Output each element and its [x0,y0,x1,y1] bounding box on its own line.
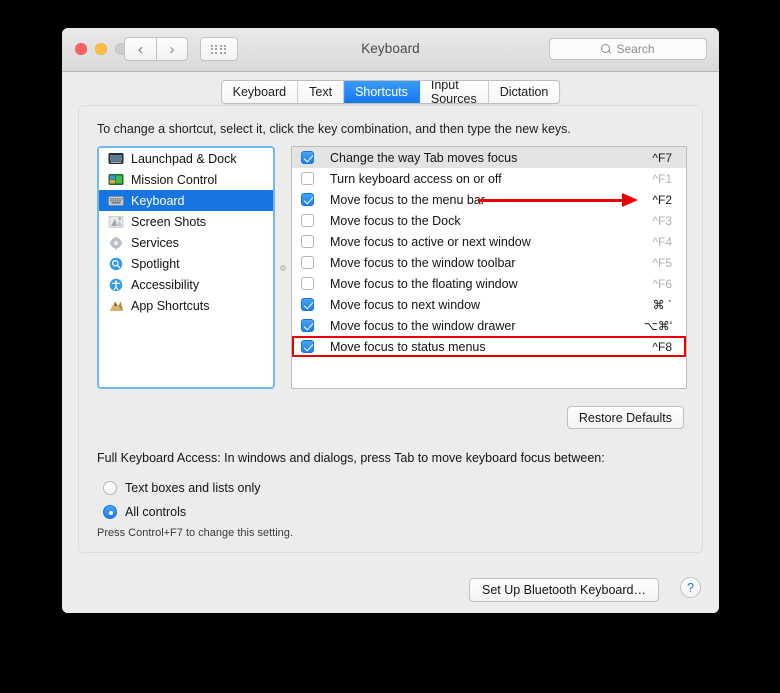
shortcut-checkbox[interactable] [301,277,314,290]
search-field[interactable]: Search [549,38,707,60]
shortcut-list[interactable]: Change the way Tab moves focus ^F7 Turn ke… [291,146,687,389]
search-icon [601,44,611,54]
keyboard-icon [108,194,124,208]
shortcut-label: Move focus to status menus [330,339,486,354]
shortcut-key-combination[interactable]: ⌥⌘' [644,319,672,333]
table-row[interactable]: Move focus to the menu bar ^F2 [292,189,686,210]
restore-defaults-button[interactable]: Restore Defaults [566,406,684,429]
full-keyboard-access-options: Text boxes and lists only All controls [103,476,261,524]
full-keyboard-access-label: Full Keyboard Access: In windows and dia… [97,451,605,465]
shortcut-label: Move focus to the floating window [330,276,518,291]
shortcut-key-combination[interactable]: ^F6 [652,277,672,291]
shortcut-checkbox[interactable] [301,172,314,185]
screen-shots-icon [108,215,124,229]
splitter-knob-icon[interactable] [280,264,286,271]
shortcut-key-combination[interactable]: ^F2 [652,193,672,207]
tab-shortcuts[interactable]: Shortcuts [344,81,420,103]
shortcut-checkbox[interactable] [301,298,314,311]
set-up-bluetooth-keyboard-button[interactable]: Set Up Bluetooth Keyboard… [469,578,659,602]
sidebar-item-label: Keyboard [131,193,185,208]
accessibility-icon [108,278,124,292]
shortcut-checkbox[interactable] [301,340,314,353]
radio-label: All controls [125,505,187,519]
shortcut-checkbox[interactable] [301,151,314,164]
sidebar-item-label: Spotlight [131,256,180,271]
sidebar-item-spotlight[interactable]: Spotlight [99,253,273,274]
sidebar-item-accessibility[interactable]: Accessibility [99,274,273,295]
shortcut-label: Move focus to the window toolbar [330,255,516,270]
annotation-arrow-icon [478,193,638,207]
shortcut-label: Move focus to the window drawer [330,318,516,333]
full-keyboard-access-note: Press Control+F7 to change this setting. [97,527,293,539]
table-row[interactable]: Move focus to the window drawer ⌥⌘' [292,315,686,336]
table-row[interactable]: Move focus to next window ⌘ ` [292,294,686,315]
sidebar-item-label: Services [131,235,179,250]
shortcut-checkbox[interactable] [301,193,314,206]
shortcut-label: Move focus to the Dock [330,213,461,228]
keyboard-preferences-window: ‹ › Keyboard Search Keyboard Text Shortcut… [62,28,719,613]
radio-option-all-controls[interactable]: All controls [103,500,261,524]
shortcut-checkbox[interactable] [301,235,314,248]
shortcut-key-combination[interactable]: ^F3 [652,214,672,228]
table-row[interactable]: Move focus to active or next window ^F4 [292,231,686,252]
pane-splitter[interactable] [275,146,291,389]
radio-option-text-boxes-and-lists-only[interactable]: Text boxes and lists only [103,476,261,500]
shortcut-label: Change the way Tab moves focus [330,150,518,165]
table-row[interactable]: Move focus to the window toolbar ^F5 [292,252,686,273]
shortcut-label: Turn keyboard access on or off [330,171,502,186]
sidebar-item-keyboard[interactable]: Keyboard [99,190,273,211]
radio-button[interactable] [103,505,117,519]
shortcut-key-combination[interactable]: ⌘ ` [653,298,672,312]
table-row[interactable]: Change the way Tab moves focus ^F7 [292,147,686,168]
tab-keyboard[interactable]: Keyboard [221,81,299,103]
sidebar-item-mission-control[interactable]: Mission Control [99,169,273,190]
services-gear-icon [108,236,124,250]
category-list[interactable]: Launchpad & Dock Mission Control Keyboard S… [97,146,275,389]
sidebar-item-launchpad-dock[interactable]: Launchpad & Dock [99,148,273,169]
tab-input-sources[interactable]: Input Sources [419,81,489,103]
shortcut-key-combination[interactable]: ^F5 [652,256,672,270]
sidebar-item-app-shortcuts[interactable]: App Shortcuts [99,295,273,316]
shortcuts-panel: To change a shortcut, select it, click t… [78,105,703,553]
window-footer: Set Up Bluetooth Keyboard… ? [62,553,719,613]
mission-control-icon [108,173,124,187]
sidebar-item-services[interactable]: Services [99,232,273,253]
shortcut-key-combination[interactable]: ^F8 [652,340,672,354]
shortcut-key-combination[interactable]: ^F1 [652,172,672,186]
search-placeholder: Search [616,42,655,56]
table-row[interactable]: Move focus to status menus ^F8 [292,336,686,357]
tab-group: Keyboard Text Shortcuts Input Sources Dictat… [220,80,561,104]
shortcut-key-combination[interactable]: ^F4 [652,235,672,249]
sidebar-item-label: Mission Control [131,172,218,187]
app-shortcuts-icon [108,299,124,313]
radio-label: Text boxes and lists only [125,481,261,495]
sidebar-item-label: Screen Shots [131,214,207,229]
shortcut-checkbox[interactable] [301,319,314,332]
sidebar-item-label: Accessibility [131,277,200,292]
sidebar-item-label: Launchpad & Dock [131,151,237,166]
tab-text[interactable]: Text [298,81,345,103]
table-row[interactable]: Move focus to the floating window ^F6 [292,273,686,294]
split-panes: Launchpad & Dock Mission Control Keyboard S… [97,146,687,389]
sidebar-item-screen-shots[interactable]: Screen Shots [99,211,273,232]
tab-bar: Keyboard Text Shortcuts Input Sources Dictat… [62,72,719,108]
window-titlebar: ‹ › Keyboard Search [62,28,719,72]
shortcut-key-combination[interactable]: ^F7 [652,151,672,165]
shortcut-label: Move focus to active or next window [330,234,531,249]
shortcut-checkbox[interactable] [301,256,314,269]
shortcut-label: Move focus to next window [330,297,481,312]
help-button[interactable]: ? [680,577,701,598]
radio-button[interactable] [103,481,117,495]
tab-dictation[interactable]: Dictation [488,81,560,103]
table-row[interactable]: Move focus to the Dock ^F3 [292,210,686,231]
table-row[interactable]: Turn keyboard access on or off ^F1 [292,168,686,189]
shortcut-checkbox[interactable] [301,214,314,227]
instruction-text: To change a shortcut, select it, click t… [97,122,571,136]
sidebar-item-label: App Shortcuts [131,298,210,313]
spotlight-search-icon [108,257,124,271]
launchpad-dock-icon [108,152,124,166]
